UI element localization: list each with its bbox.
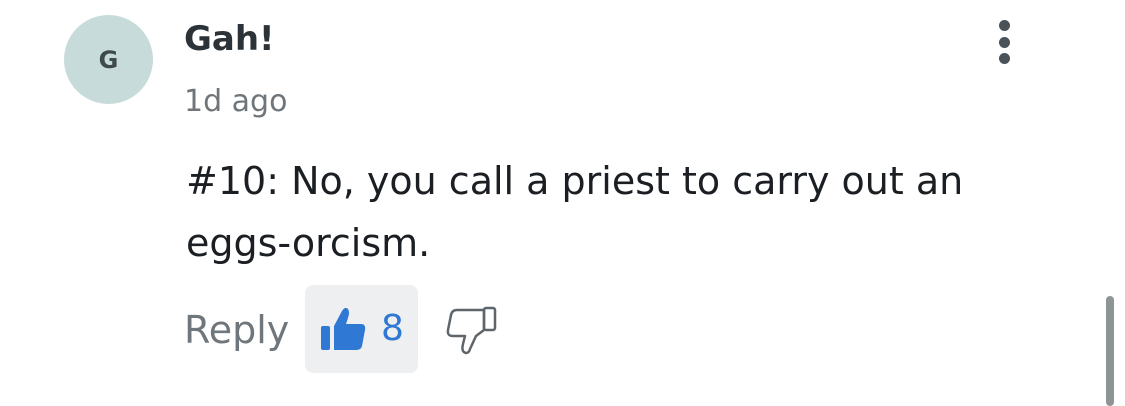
thumbs-down-icon [445, 306, 497, 360]
comment-author[interactable]: Gah! [184, 16, 275, 62]
thumbs-up-icon [319, 306, 367, 352]
more-vertical-icon [998, 20, 1010, 31]
dislike-button[interactable] [445, 306, 499, 356]
more-vertical-icon-dot [998, 53, 1010, 64]
avatar[interactable]: G [64, 15, 153, 104]
more-vertical-icon-dot [998, 36, 1010, 48]
reply-button[interactable]: Reply [184, 304, 289, 356]
more-options-button[interactable] [984, 14, 1024, 70]
avatar-initial: G [98, 45, 119, 74]
comment-text: #10: No, you call a priest to carry out … [186, 159, 964, 265]
like-count: 8 [381, 308, 404, 349]
comment-timestamp: 1d ago [184, 84, 288, 119]
like-button[interactable]: 8 [305, 285, 418, 373]
comment-card: G Gah! 1d ago #10: No, you call a priest… [0, 0, 1125, 406]
scrollbar[interactable] [1106, 296, 1114, 406]
